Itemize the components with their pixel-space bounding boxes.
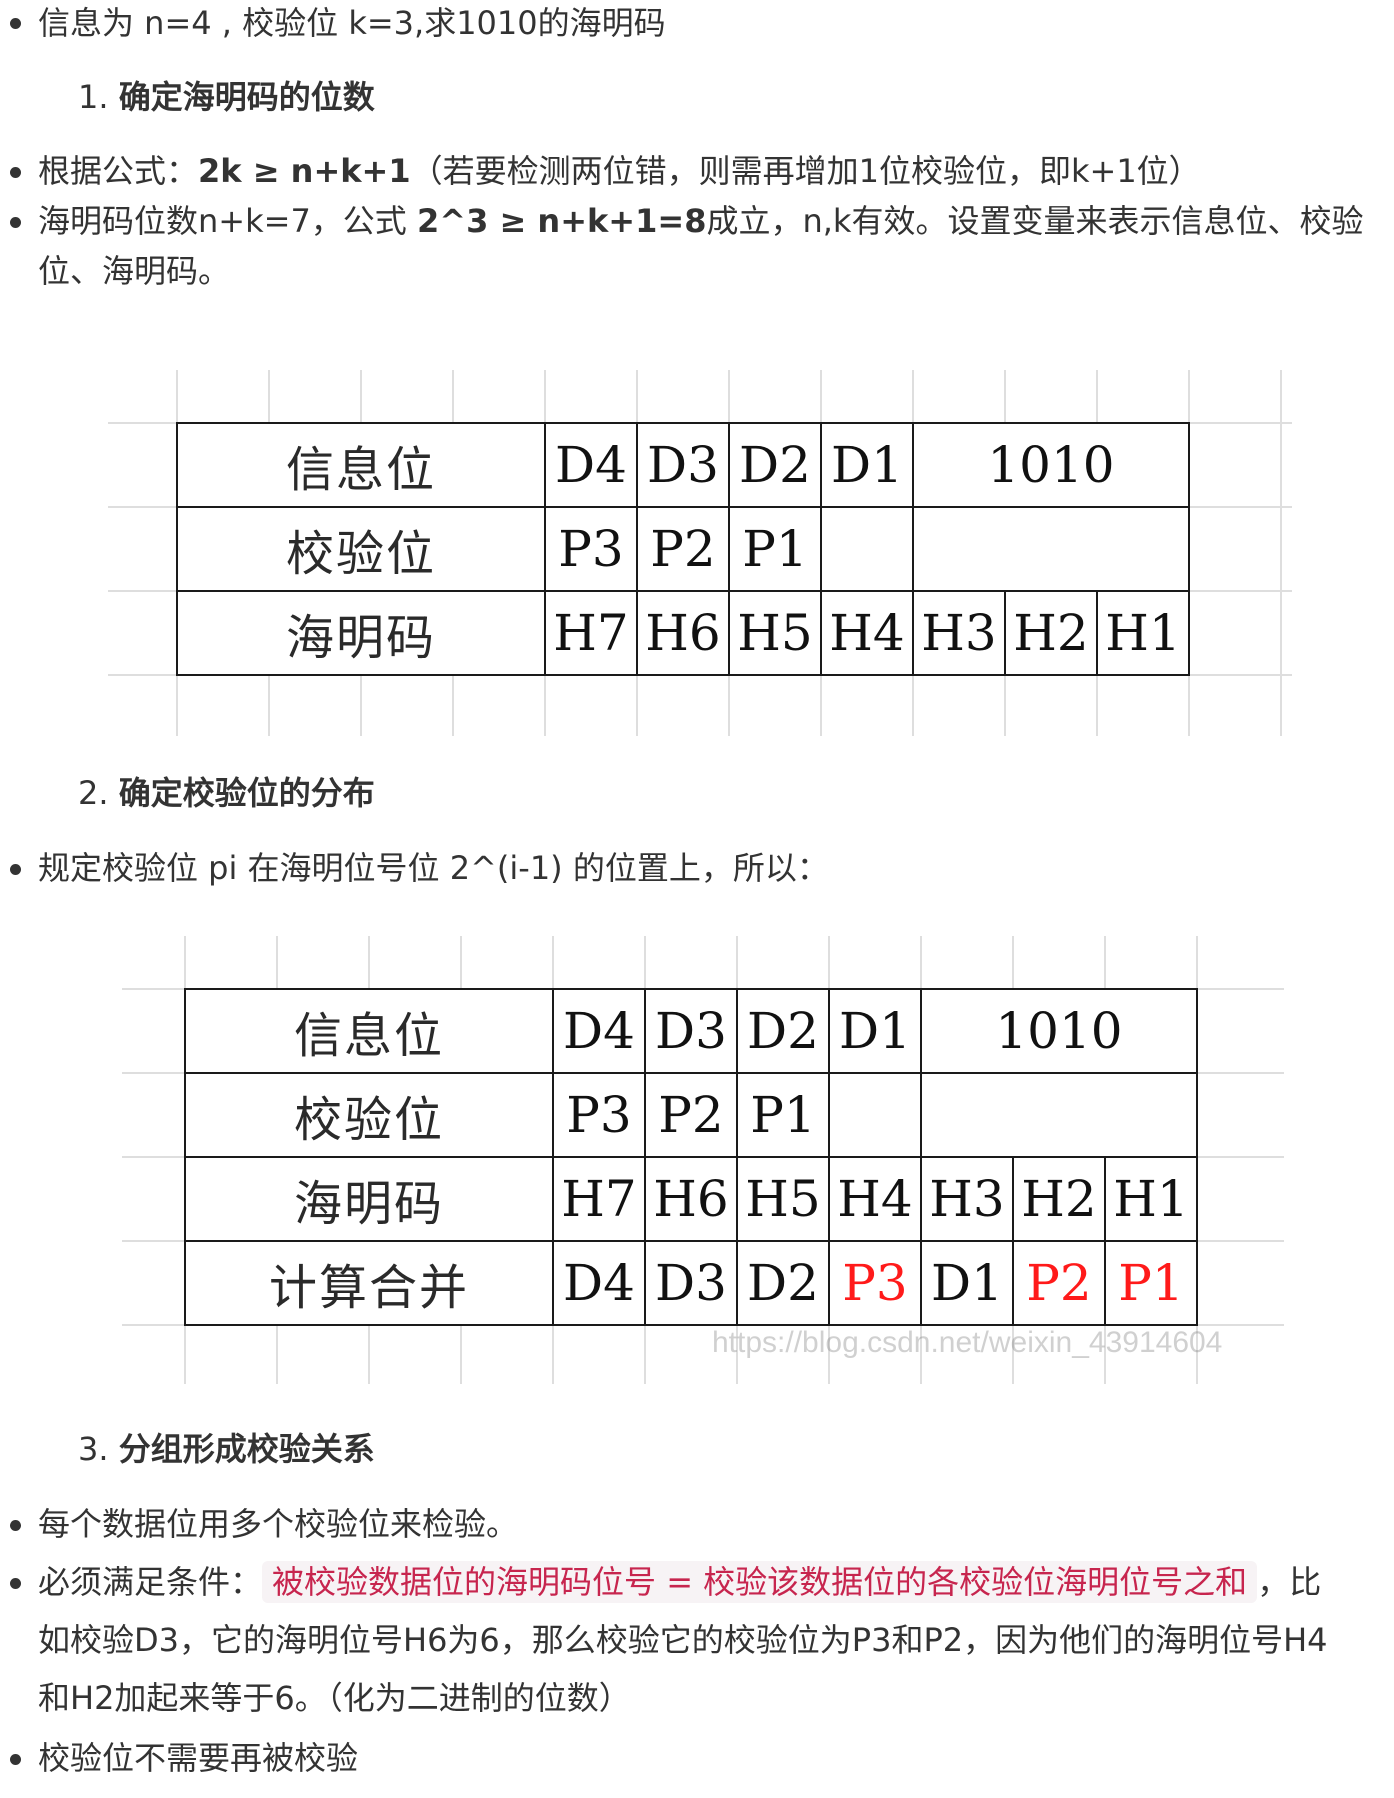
cell-h3: H3 (920, 1156, 1014, 1242)
row-label-hamming-code: 海明码 (176, 590, 546, 676)
hamming-table-image-1: 信息位 D4 D3 D2 D1 1010 校验位 P3 P2 P1 海明码 H7… (108, 370, 1292, 736)
section-3-heading: 3. 分组形成校验关系 (78, 1428, 375, 1470)
cell-p1: P1 (728, 506, 822, 592)
cell-h6: H6 (644, 1156, 738, 1242)
cell-merged-p1: P1 (1104, 1240, 1198, 1326)
condition-highlight: 被校验数据位的海明码位号 = 校验该数据位的各校验位海明位号之和 (262, 1561, 1258, 1603)
cell-d3: D3 (644, 988, 738, 1074)
cell-p2: P2 (636, 506, 730, 592)
cell-d4: D4 (552, 988, 646, 1074)
section-2-number: 2. (78, 774, 109, 812)
bullet-dot (10, 864, 21, 875)
bit-count-prefix: 海明码位数n+k=7，公式 (38, 202, 417, 240)
cell-empty-wide (920, 1072, 1198, 1158)
cell-h1: H1 (1096, 590, 1190, 676)
cell-empty-wide (912, 506, 1190, 592)
watermark-text: https://blog.csdn.net/weixin_43914604 (712, 1326, 1223, 1359)
cell-merged-p2: P2 (1012, 1240, 1106, 1326)
section-3-number: 3. (78, 1430, 109, 1468)
section-1-number: 1. (78, 78, 109, 116)
bullet-dot (10, 1578, 21, 1589)
cell-merged-d1: D1 (920, 1240, 1014, 1326)
cell-d4: D4 (544, 422, 638, 508)
cell-h2: H2 (1012, 1156, 1106, 1242)
row-label-check-bits: 校验位 (184, 1072, 554, 1158)
bullet-dot (10, 1754, 21, 1765)
cell-d2: D2 (728, 422, 822, 508)
cell-empty (820, 506, 914, 592)
cell-empty (828, 1072, 922, 1158)
bullet-dot (10, 1520, 21, 1531)
cell-h5: H5 (728, 590, 822, 676)
cell-d1: D1 (820, 422, 914, 508)
cell-p2: P2 (644, 1072, 738, 1158)
formula-bold: 2k ≥ n+k+1 (198, 152, 411, 190)
cell-h4: H4 (828, 1156, 922, 1242)
distribution-line: 规定校验位 pi 在海明位号位 2^(i-1) 的位置上，所以： (38, 849, 829, 887)
row-label-hamming-code: 海明码 (184, 1156, 554, 1242)
condition-prefix: 必须满足条件： (38, 1563, 263, 1601)
row-label-info-bits: 信息位 (176, 422, 546, 508)
cell-merged-d4: D4 (552, 1240, 646, 1326)
cell-h7: H7 (552, 1156, 646, 1242)
cell-d3: D3 (636, 422, 730, 508)
bit-count-suffix: 成立，n,k有效。设置变量来表示信息位、校验 (706, 202, 1364, 240)
section-1-heading: 1. 确定海明码的位数 (78, 76, 375, 118)
formula-suffix: （若要检测两位错，则需再增加1位校验位，即k+1位） (410, 152, 1201, 190)
cell-h2: H2 (1004, 590, 1098, 676)
section-2-heading: 2. 确定校验位的分布 (78, 772, 375, 814)
cell-merged-d2: D2 (736, 1240, 830, 1326)
cell-h1: H1 (1104, 1156, 1198, 1242)
cell-h7: H7 (544, 590, 638, 676)
condition-suffix: ，比 (1257, 1563, 1322, 1601)
intro-text: 信息为 n=4 , 校验位 k=3,求1010的海明码 (38, 4, 666, 42)
hamming-table-1: 信息位 D4 D3 D2 D1 1010 校验位 P3 P2 P1 海明码 H7… (176, 422, 1190, 676)
cell-h5: H5 (736, 1156, 830, 1242)
bit-count-line-2: 位、海明码。 (38, 252, 231, 290)
multi-check-line: 每个数据位用多个校验位来检验。 (38, 1505, 519, 1543)
hamming-table-image-2: 信息位 D4 D3 D2 D1 1010 校验位 P3 P2 P1 海明码 H7… (122, 936, 1284, 1384)
cell-p3: P3 (544, 506, 638, 592)
cell-h6: H6 (636, 590, 730, 676)
cell-h4: H4 (820, 590, 914, 676)
condition-line-2: 如校验D3，它的海明位号H6为6，那么校验它的校验位为P3和P2，因为他们的海明… (38, 1621, 1328, 1659)
section-3-title: 分组形成校验关系 (118, 1430, 375, 1468)
row-label-merged: 计算合并 (184, 1240, 554, 1326)
cell-merged-d3: D3 (644, 1240, 738, 1326)
cell-d2: D2 (736, 988, 830, 1074)
bullet-dot (10, 167, 21, 178)
condition-line: 必须满足条件： 被校验数据位的海明码位号 = 校验该数据位的各校验位海明位号之和，… (38, 1561, 1321, 1603)
cell-info-value: 1010 (920, 988, 1198, 1074)
condition-line-3: 和H2加起来等于6。（化为二进制的位数） (38, 1679, 631, 1717)
bullet-dot (10, 217, 21, 228)
bit-count-line: 海明码位数n+k=7，公式 2^3 ≥ n+k+1=8成立，n,k有效。设置变量… (38, 200, 1363, 242)
cell-d1: D1 (828, 988, 922, 1074)
cell-p3: P3 (552, 1072, 646, 1158)
cell-merged-p3: P3 (828, 1240, 922, 1326)
hamming-table-2: 信息位 D4 D3 D2 D1 1010 校验位 P3 P2 P1 海明码 H7… (184, 988, 1198, 1326)
row-label-info-bits: 信息位 (184, 988, 554, 1074)
no-recheck-line: 校验位不需要再被校验 (38, 1739, 359, 1777)
bullet-dot (10, 18, 21, 29)
bit-count-formula: 2^3 ≥ n+k+1=8 (416, 202, 707, 240)
formula-prefix: 根据公式： (38, 152, 199, 190)
section-1-title: 确定海明码的位数 (118, 78, 375, 116)
section-2-title: 确定校验位的分布 (118, 774, 375, 812)
cell-h3: H3 (912, 590, 1006, 676)
formula-line: 根据公式：2k ≥ n+k+1（若要检测两位错，则需再增加1位校验位，即k+1位… (38, 150, 1201, 192)
cell-info-value: 1010 (912, 422, 1190, 508)
row-label-check-bits: 校验位 (176, 506, 546, 592)
cell-p1: P1 (736, 1072, 830, 1158)
